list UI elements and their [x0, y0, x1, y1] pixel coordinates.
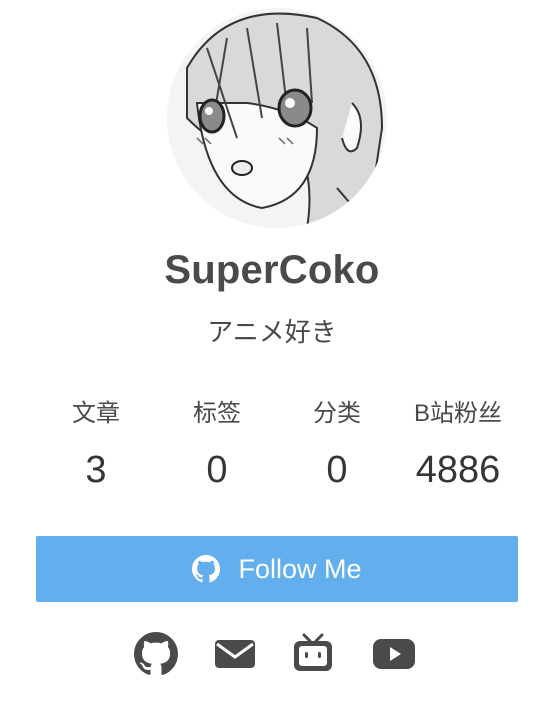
stat-value: 4886 [415, 449, 501, 491]
stat-bilibili-followers[interactable]: B站粉丝 4886 [398, 396, 518, 490]
stat-categories[interactable]: 分类 0 [277, 396, 397, 490]
profile-name: SuperCoko [164, 248, 380, 292]
stats-row: 文章 3 标签 0 分类 0 B站粉丝 4886 [36, 396, 518, 496]
github-icon [192, 555, 221, 583]
follow-me-button[interactable]: Follow Me [36, 536, 518, 602]
stat-label: 文章 [72, 400, 120, 427]
youtube-icon[interactable] [372, 632, 416, 676]
avatar[interactable] [167, 8, 387, 228]
avatar-illustration [167, 8, 387, 228]
stat-label: 分类 [313, 400, 361, 427]
email-icon[interactable] [213, 632, 257, 676]
stat-value: 0 [326, 449, 348, 491]
stat-label: 标签 [193, 400, 241, 427]
bilibili-icon[interactable] [291, 632, 335, 676]
github-icon[interactable] [134, 632, 178, 676]
profile-card: SuperCoko アニメ好き 文章 3 标签 0 分类 0 B站粉丝 4886… [0, 0, 544, 702]
stat-articles[interactable]: 文章 3 [36, 396, 156, 490]
profile-description: アニメ好き [207, 317, 337, 347]
follow-me-label: Follow Me [238, 553, 362, 584]
stat-tags[interactable]: 标签 0 [157, 396, 277, 490]
social-links [0, 632, 544, 678]
stat-value: 0 [206, 449, 228, 491]
stat-value: 3 [85, 449, 107, 491]
stat-label: B站粉丝 [413, 400, 502, 427]
